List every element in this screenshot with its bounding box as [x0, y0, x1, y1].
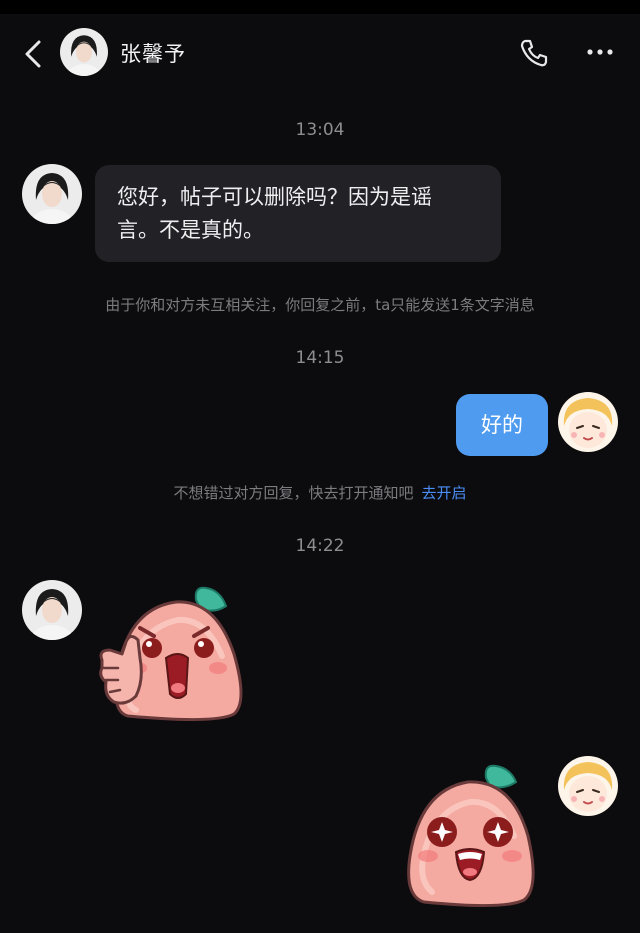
- starry-eyes-peach-sticker[interactable]: [400, 760, 540, 912]
- notification-prompt: 不想错过对方回复，快去打开通知吧 去开启: [0, 482, 640, 503]
- message-text-line: 言。不是真的。: [117, 218, 264, 242]
- message-text-line: 您好，帖子可以删除吗？因为是谣: [117, 185, 432, 209]
- contact-avatar[interactable]: [22, 580, 82, 640]
- status-strip: [0, 0, 640, 14]
- timestamp: 14:22: [295, 536, 345, 556]
- notification-prompt-text: 不想错过对方回复，快去打开通知吧: [173, 484, 414, 502]
- chevron-left-icon[interactable]: [20, 38, 48, 70]
- system-notice: 由于你和对方未互相关注，你回复之前，ta只能发送1条文字消息: [105, 296, 535, 314]
- incoming-message-bubble[interactable]: 您好，帖子可以删除吗？因为是谣 言。不是真的。: [95, 165, 501, 262]
- outgoing-message-bubble[interactable]: 好的: [456, 394, 548, 456]
- timestamp: 14:15: [295, 348, 345, 368]
- contact-avatar[interactable]: [60, 28, 108, 76]
- user-avatar[interactable]: [558, 392, 618, 452]
- user-avatar[interactable]: [558, 756, 618, 816]
- timestamp: 13:04: [295, 120, 345, 140]
- thumbs-up-peach-sticker[interactable]: [96, 584, 246, 730]
- more-horizontal-icon[interactable]: [585, 42, 615, 62]
- contact-name[interactable]: 张馨予: [120, 38, 186, 68]
- phone-icon[interactable]: [519, 38, 549, 68]
- enable-notifications-link[interactable]: 去开启: [422, 484, 467, 502]
- contact-avatar[interactable]: [22, 164, 82, 224]
- chat-header: 张馨予: [0, 14, 640, 94]
